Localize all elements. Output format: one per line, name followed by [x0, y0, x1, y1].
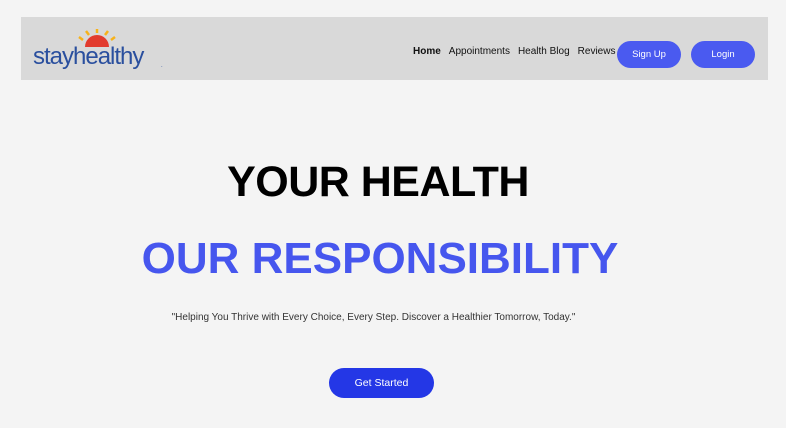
login-button[interactable]: Login	[691, 41, 755, 68]
nav-link-home[interactable]: Home	[413, 46, 441, 57]
nav-link-health-blog[interactable]: Health Blog	[518, 46, 570, 57]
brand-wordmark: stayhealthy	[33, 43, 144, 70]
sign-up-button[interactable]: Sign Up	[617, 41, 681, 68]
hero-tagline: "Helping You Thrive with Every Choice, E…	[171, 312, 576, 323]
nav-link-appointments[interactable]: Appointments	[449, 46, 510, 57]
brand-wordmark-healthy: healthy	[73, 43, 144, 70]
hero-heading-line-1: YOUR HEALTH	[227, 158, 529, 206]
hero-heading-line-2: OUR RESPONSIBILITY	[141, 234, 619, 283]
brand-logo[interactable]: stayhealthy .	[33, 29, 163, 73]
get-started-button[interactable]: Get Started	[329, 368, 434, 398]
navbar: stayhealthy . Home Appointments Health B…	[21, 17, 768, 80]
brand-mark: .	[161, 63, 163, 69]
brand-wordmark-stay: stay	[33, 43, 74, 70]
nav-link-reviews[interactable]: Reviews	[578, 46, 616, 57]
main-nav: Home Appointments Health Blog Reviews	[413, 46, 615, 57]
